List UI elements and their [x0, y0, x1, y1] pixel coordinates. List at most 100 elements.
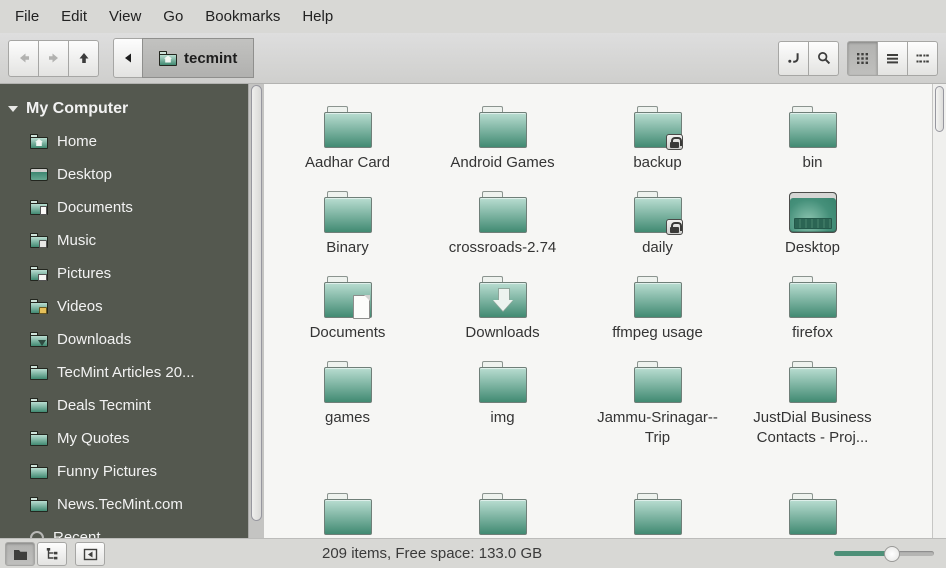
downloads-folder-icon — [30, 332, 48, 347]
tab-label: tecmint — [184, 50, 237, 67]
folder-icon — [634, 276, 682, 318]
file-folder-partial[interactable] — [425, 481, 580, 538]
menu-bookmarks[interactable]: Bookmarks — [194, 3, 291, 30]
file-folder-partial[interactable] — [270, 481, 425, 538]
folder-icon — [30, 497, 48, 512]
folder-document-icon — [324, 276, 372, 318]
up-arrow-icon — [76, 50, 92, 66]
sidebar-item-deals-tecmint[interactable]: Deals Tecmint — [0, 389, 248, 422]
hide-sidebar-button[interactable] — [75, 542, 105, 566]
sidebar-item-home[interactable]: Home — [0, 125, 248, 158]
sidebar-item-videos[interactable]: Videos — [0, 290, 248, 323]
file-folder-partial[interactable] — [735, 481, 890, 538]
back-button[interactable] — [8, 40, 39, 77]
compact-view-icon — [915, 51, 930, 66]
sidebar-item-music[interactable]: Music — [0, 224, 248, 257]
folder-icon — [324, 106, 372, 148]
sidebar-item-label: Desktop — [57, 166, 112, 183]
sidebar-item-documents[interactable]: Documents — [0, 191, 248, 224]
file-label: Desktop — [785, 238, 840, 258]
file-label: img — [490, 408, 514, 428]
sidebar-item-label: Documents — [57, 199, 133, 216]
folder-icon — [789, 106, 837, 148]
back-arrow-icon — [16, 50, 32, 66]
sidebar-item-desktop[interactable]: Desktop — [0, 158, 248, 191]
tree-pane-icon — [45, 547, 60, 561]
folder-icon — [324, 361, 372, 403]
file-crossroads-2-74[interactable]: crossroads-2.74 — [425, 179, 580, 264]
file-jammu-srinagar-trip[interactable]: Jammu-Srinagar--Trip — [580, 349, 735, 481]
sidebar-item-news-tecmint-com[interactable]: News.TecMint.com — [0, 488, 248, 521]
file-img[interactable]: img — [425, 349, 580, 481]
file-desktop[interactable]: Desktop — [735, 179, 890, 264]
file-aadhar-card[interactable]: Aadhar Card — [270, 94, 425, 179]
file-ffmpeg-usage[interactable]: ffmpeg usage — [580, 264, 735, 349]
statusbar: 209 items, Free space: 133.0 GB — [0, 538, 946, 568]
sidebar-item-label: Recent — [53, 529, 101, 538]
sidebar-item-pictures[interactable]: Pictures — [0, 257, 248, 290]
file-folder-partial[interactable] — [580, 481, 735, 538]
sidebar-item-tecmint-articles-20[interactable]: TecMint Articles 20... — [0, 356, 248, 389]
tab-tecmint[interactable]: tecmint — [142, 38, 254, 78]
file-firefox[interactable]: firefox — [735, 264, 890, 349]
zoom-slider-handle[interactable] — [884, 546, 900, 562]
sidebar-item-recent[interactable]: Recent — [0, 521, 248, 538]
hide-sidebar-icon — [83, 548, 98, 561]
tree-pane-button[interactable] — [37, 542, 67, 566]
folder-icon — [30, 365, 48, 380]
sidebar-item-downloads[interactable]: Downloads — [0, 323, 248, 356]
music-folder-icon — [30, 233, 48, 248]
file-label: daily — [642, 238, 673, 258]
sidebar-item-my-quotes[interactable]: My Quotes — [0, 422, 248, 455]
navigation-buttons — [8, 40, 99, 77]
jump-to-location-button[interactable] — [778, 41, 809, 76]
folder-icon — [30, 398, 48, 413]
location-search-group — [778, 41, 839, 76]
forward-button[interactable] — [38, 40, 69, 77]
list-view-button[interactable] — [877, 41, 908, 76]
file-label: Aadhar Card — [305, 153, 390, 173]
search-button[interactable] — [808, 41, 839, 76]
zoom-slider-track[interactable] — [834, 551, 934, 556]
sidebar-header-my-computer[interactable]: My Computer — [0, 92, 248, 125]
folder-icon — [479, 191, 527, 233]
view-mode-group — [847, 41, 938, 76]
menu-view[interactable]: View — [98, 3, 152, 30]
sidebar-item-funny-pictures[interactable]: Funny Pictures — [0, 455, 248, 488]
menu-help[interactable]: Help — [291, 3, 344, 30]
file-android-games[interactable]: Android Games — [425, 94, 580, 179]
file-binary[interactable]: Binary — [270, 179, 425, 264]
zoom-slider[interactable] — [834, 539, 934, 568]
tab-bar: tecmint — [113, 38, 254, 78]
file-view-scrollbar-thumb[interactable] — [935, 86, 944, 132]
sidebar-scrollbar-thumb[interactable] — [251, 85, 262, 521]
file-downloads[interactable]: Downloads — [425, 264, 580, 349]
sidebar-item-label: TecMint Articles 20... — [57, 364, 195, 381]
places-pane-button[interactable] — [5, 542, 35, 566]
icon-view-button[interactable] — [847, 41, 878, 76]
file-backup[interactable]: backup — [580, 94, 735, 179]
file-bin[interactable]: bin — [735, 94, 890, 179]
menu-edit[interactable]: Edit — [50, 3, 98, 30]
menu-file[interactable]: File — [4, 3, 50, 30]
file-view: Aadhar Card Android Games backup bin Bin… — [264, 84, 946, 538]
tab-scroll-left-button[interactable] — [113, 38, 143, 78]
sidebar-scrollbar[interactable] — [248, 84, 264, 538]
file-documents[interactable]: Documents — [270, 264, 425, 349]
sidebar-header-label: My Computer — [26, 100, 128, 118]
sidebar-item-label: Videos — [57, 298, 103, 315]
sidebar-item-label: Home — [57, 133, 97, 150]
file-label: Binary — [326, 238, 369, 258]
sidebar-item-label: Music — [57, 232, 96, 249]
up-button[interactable] — [68, 40, 99, 77]
compact-view-button[interactable] — [907, 41, 938, 76]
home-folder-icon — [159, 51, 177, 66]
tab-scroll-left-icon — [122, 52, 134, 64]
list-view-icon — [885, 51, 900, 66]
file-daily[interactable]: daily — [580, 179, 735, 264]
menu-go[interactable]: Go — [152, 3, 194, 30]
file-view-scrollbar[interactable] — [932, 84, 946, 538]
desktop-icon — [789, 191, 837, 233]
file-justdial-business-contacts-proj[interactable]: JustDial Business Contacts - Proj... — [735, 349, 890, 481]
file-games[interactable]: games — [270, 349, 425, 481]
